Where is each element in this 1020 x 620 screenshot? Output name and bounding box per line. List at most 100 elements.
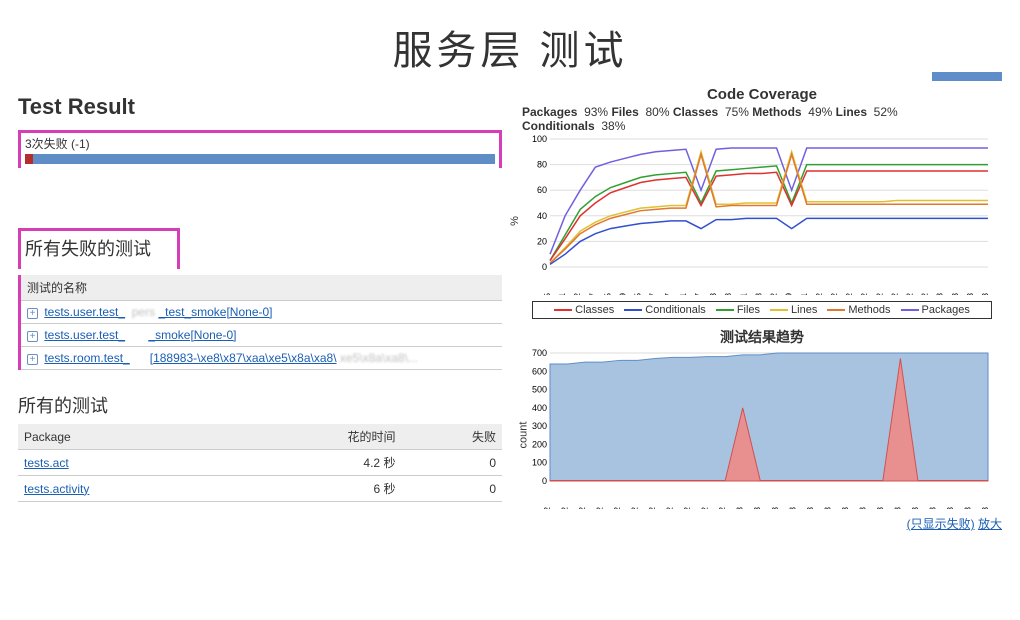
svg-text:#121: #121: [679, 292, 688, 295]
svg-text:#3: #3: [981, 292, 990, 295]
svg-text:#97: #97: [649, 292, 658, 295]
svg-text:#85: #85: [634, 292, 643, 295]
y-axis-label: %: [509, 216, 521, 226]
svg-text:#2: #2: [921, 292, 930, 295]
svg-text:#3: #3: [951, 292, 960, 295]
expand-icon[interactable]: +: [27, 331, 38, 342]
svg-text:#161: #161: [739, 292, 748, 295]
coverage-legend: Classes Conditionals Files Lines Methods…: [532, 301, 992, 319]
package-link[interactable]: tests.activity: [24, 482, 89, 496]
y-axis-label: count: [517, 422, 529, 449]
svg-text:#182: #182: [770, 292, 779, 295]
svg-text:100: 100: [532, 135, 547, 144]
failed-tests-table: 测试的名称 + tests.user.test_ pers _test_smok…: [18, 275, 502, 370]
svg-text:#2: #2: [578, 506, 587, 509]
svg-text:#3: #3: [858, 506, 867, 509]
col-fail: 失败: [401, 424, 502, 450]
table-row: tests.activity 6 秒 0: [18, 476, 502, 502]
svg-text:#3: #3: [911, 506, 920, 509]
svg-text:#2: #2: [718, 506, 727, 509]
svg-text:#2: #2: [860, 292, 869, 295]
svg-text:#168: #168: [754, 292, 763, 295]
svg-text:#3: #3: [823, 506, 832, 509]
svg-text:300: 300: [532, 421, 547, 431]
all-failed-heading: 所有失败的测试: [18, 228, 180, 269]
svg-text:#2: #2: [683, 506, 692, 509]
svg-text:400: 400: [532, 403, 547, 413]
svg-text:#3: #3: [753, 506, 762, 509]
svg-text:500: 500: [532, 385, 547, 395]
svg-text:60: 60: [537, 185, 547, 195]
svg-text:#158: #158: [724, 292, 733, 295]
svg-text:#2: #2: [561, 506, 570, 509]
svg-text:#2: #2: [830, 292, 839, 295]
header-accent-bar: [932, 72, 1002, 81]
svg-text:#3: #3: [806, 506, 815, 509]
svg-text:#2: #2: [905, 292, 914, 295]
fail-progress-bar: [25, 154, 495, 164]
trend-chart: count 0100200300400500600700#2#2#2#2#2#2…: [522, 349, 992, 509]
table-row: + tests.room.test_ [188983-\xe8\x87\xaa\…: [20, 347, 503, 370]
right-panel: Code Coverage Packages 93% Files 80% Cla…: [522, 86, 1002, 532]
svg-text:#2: #2: [648, 506, 657, 509]
all-tests-table: Package 花的时间 失败 tests.act 4.2 秒 0 tests.…: [18, 424, 502, 502]
failed-test-link[interactable]: tests.user.test_: [44, 305, 125, 319]
coverage-summary: Packages 93% Files 80% Classes 75% Metho…: [522, 105, 1002, 133]
svg-text:#25: #25: [543, 292, 552, 295]
svg-text:#2: #2: [631, 506, 640, 509]
svg-text:#3: #3: [893, 506, 902, 509]
svg-text:#3: #3: [946, 506, 955, 509]
svg-text:100: 100: [532, 458, 547, 468]
svg-text:#2: #2: [701, 506, 710, 509]
coverage-chart: % 020406080100#25#41#52#57#65#79#85#97#1…: [522, 135, 992, 295]
table-row: + tests.user.test_ pers _test_smoke[None…: [20, 301, 503, 324]
test-result-heading: Test Result: [18, 94, 502, 120]
svg-text:#107: #107: [664, 292, 673, 295]
expand-icon[interactable]: +: [27, 308, 38, 319]
svg-text:#127: #127: [694, 292, 703, 295]
svg-text:#189: #189: [785, 292, 794, 295]
svg-text:#2: #2: [845, 292, 854, 295]
svg-text:#2: #2: [890, 292, 899, 295]
svg-text:200: 200: [532, 439, 547, 449]
chart-footer-links: (只显示失败) 放大: [522, 515, 1002, 532]
svg-text:#3: #3: [788, 506, 797, 509]
svg-text:#3: #3: [841, 506, 850, 509]
svg-text:#143: #143: [709, 292, 718, 295]
col-time: 花的时间: [234, 424, 402, 450]
svg-text:#3: #3: [928, 506, 937, 509]
expand-icon[interactable]: +: [27, 354, 38, 365]
fail-summary-box: 3次失败 (-1): [18, 130, 502, 168]
svg-text:#79: #79: [619, 292, 628, 295]
svg-text:#52: #52: [573, 292, 582, 295]
failed-test-link[interactable]: tests.user.test_: [44, 328, 125, 342]
svg-text:#2: #2: [613, 506, 622, 509]
svg-text:700: 700: [532, 349, 547, 358]
svg-text:#3: #3: [771, 506, 780, 509]
trend-title: 测试结果趋势: [522, 327, 1002, 347]
svg-text:#2: #2: [666, 506, 675, 509]
package-link[interactable]: tests.act: [24, 456, 69, 470]
show-failures-link[interactable]: (只显示失败): [907, 517, 975, 531]
fail-summary-text: 3次失败 (-1): [25, 135, 495, 152]
table-row: + tests.user.test_ _smoke[None-0]: [20, 324, 503, 347]
svg-text:600: 600: [532, 366, 547, 376]
svg-text:40: 40: [537, 211, 547, 221]
col-test-name: 测试的名称: [20, 275, 503, 301]
enlarge-link[interactable]: 放大: [978, 517, 1002, 531]
svg-text:#3: #3: [981, 506, 990, 509]
coverage-title: Code Coverage: [522, 86, 1002, 103]
svg-text:#57: #57: [588, 292, 597, 295]
svg-text:#3: #3: [876, 506, 885, 509]
page-title: 服务层 测试: [0, 0, 1020, 86]
col-package: Package: [18, 424, 234, 450]
svg-text:#3: #3: [963, 506, 972, 509]
svg-text:#2: #2: [875, 292, 884, 295]
all-tests-heading: 所有的测试: [18, 392, 502, 418]
left-panel: Test Result 3次失败 (-1) 所有失败的测试 测试的名称 + te…: [18, 86, 502, 532]
svg-text:#1: #1: [800, 292, 809, 295]
svg-text:#2: #2: [815, 292, 824, 295]
svg-text:20: 20: [537, 236, 547, 246]
svg-text:80: 80: [537, 160, 547, 170]
failed-test-link[interactable]: tests.room.test_: [44, 351, 129, 365]
